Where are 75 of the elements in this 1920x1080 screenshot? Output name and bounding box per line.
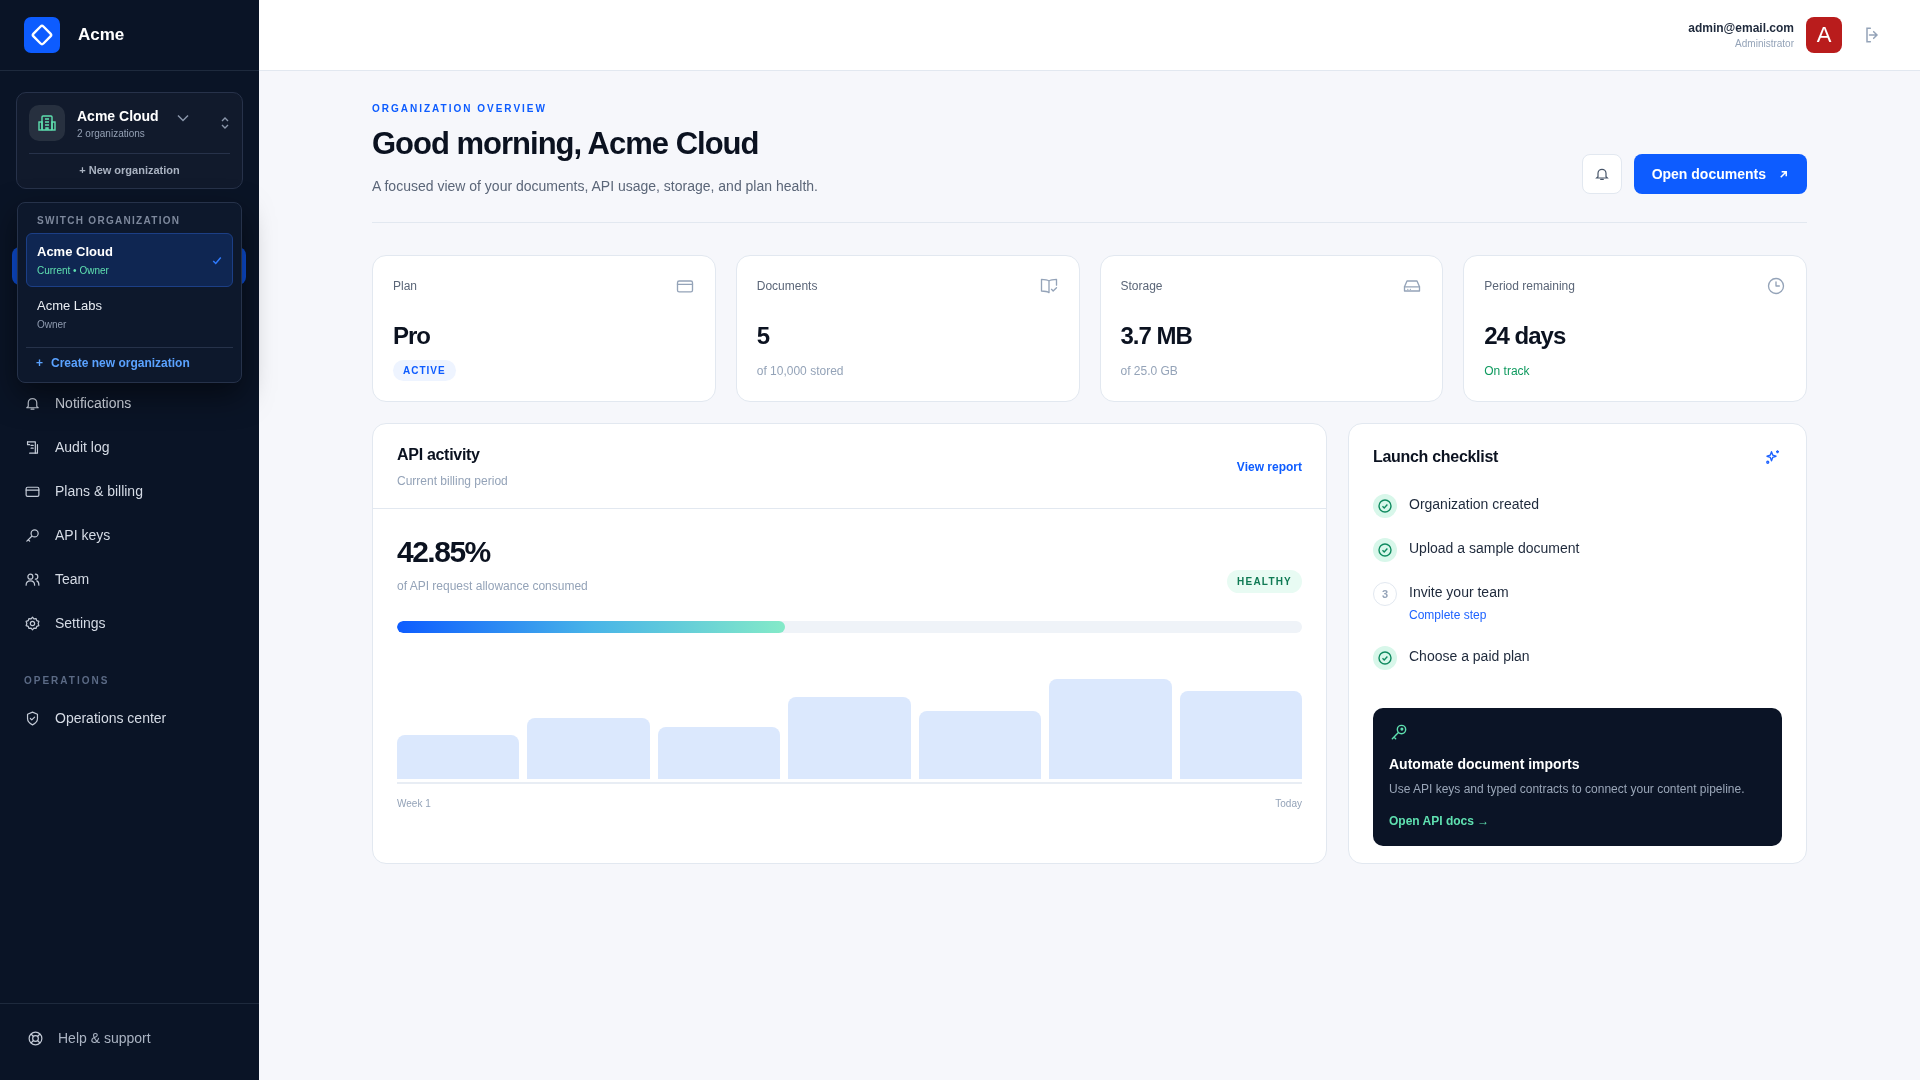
stat-value: 24 days — [1484, 322, 1566, 350]
checklist-item: Upload a sample document — [1409, 540, 1580, 556]
avatar[interactable]: A — [1806, 17, 1842, 53]
organization-option[interactable]: Acme Cloud Current • Owner — [26, 233, 233, 287]
organization-name: Acme Cloud — [37, 244, 113, 259]
stat-label: Period remaining — [1484, 279, 1575, 293]
shield-icon — [24, 709, 41, 727]
section-heading: OPERATIONS — [23, 675, 111, 686]
stat-note: On track — [1484, 364, 1530, 378]
menu-heading: SWITCH ORGANIZATION — [36, 215, 182, 226]
sort-icon — [220, 115, 230, 131]
usage-caption: of API request allowance consumed — [397, 579, 588, 593]
stat-note: of 25.0 GB — [1120, 364, 1178, 378]
stat-value: Pro — [393, 322, 430, 350]
scroll-icon — [24, 438, 41, 456]
building-icon — [29, 105, 65, 141]
page-title: Good morning, Acme Cloud — [372, 126, 760, 162]
logo-icon — [24, 17, 60, 53]
user-role: Administrator — [1735, 38, 1794, 49]
stat-label: Documents — [756, 279, 818, 293]
organization-role: Current • Owner — [37, 265, 110, 276]
nav-item[interactable]: Operations center — [12, 696, 247, 740]
key-icon — [1389, 722, 1409, 742]
complete-step-link[interactable]: Complete step — [1409, 608, 1509, 622]
nav-item[interactable]: Team — [12, 557, 247, 601]
open-documents-button[interactable]: Open documents — [1633, 154, 1807, 194]
promo-text: Use API keys and typed contracts to connect your content pipeline. — [1389, 782, 1745, 796]
user-email: admin@email.com — [1688, 21, 1794, 35]
new-organization-button[interactable]: + New organization — [71, 160, 188, 180]
organization-role: Owner — [37, 319, 68, 330]
nav-item[interactable]: Audit log — [12, 425, 247, 469]
nav-item[interactable]: Settings — [12, 601, 247, 645]
gear-icon — [24, 614, 41, 632]
checklist-item: Invite your team — [1409, 584, 1509, 600]
nav-item[interactable]: Plans & billing — [12, 469, 247, 513]
sparkles-icon — [1764, 448, 1782, 466]
nav-item[interactable]: API keys — [12, 513, 247, 557]
stat-note: of 10,000 stored — [756, 364, 844, 378]
org-name: Acme Cloud — [77, 107, 159, 124]
status-badge: ACTIVE — [393, 360, 456, 381]
panel-subtitle: Current billing period — [397, 474, 508, 488]
lifebuoy-icon — [27, 1029, 44, 1047]
create-organization-link[interactable]: + Create new organization — [26, 352, 233, 376]
axis-label: Week 1 — [397, 798, 431, 809]
org-switcher[interactable]: Acme Cloud 2 organizations + New organization — [16, 92, 243, 189]
organization-option[interactable]: Acme Labs Owner — [26, 287, 233, 341]
promo-title: Automate document imports — [1389, 756, 1580, 772]
org-count: 2 organizations — [77, 127, 146, 139]
book-icon — [1038, 276, 1059, 296]
status-badge: HEALTHY — [1227, 570, 1302, 593]
help-link[interactable]: Help & support — [15, 1016, 244, 1060]
nav-item[interactable]: Notifications — [12, 381, 247, 425]
stat-label: Storage — [1120, 279, 1163, 293]
bell-icon — [1593, 166, 1610, 182]
clock-icon — [1766, 276, 1786, 296]
stat-label: Plan — [393, 279, 418, 293]
eyebrow: ORGANIZATION OVERVIEW — [372, 103, 548, 114]
view-report-link[interactable]: View report — [1236, 460, 1302, 474]
arrow-up-right-icon — [1778, 168, 1789, 180]
page-subtitle: A focused view of your documents, API usage, storage, and plan health. — [372, 178, 818, 194]
stat-value: 5 — [756, 322, 770, 350]
checklist-item: Choose a paid plan — [1409, 648, 1530, 664]
stat-value: 3.7 MB — [1120, 322, 1192, 350]
panel-title: API activity — [397, 446, 481, 464]
chevron-down-icon — [176, 114, 189, 122]
panel-title: Launch checklist — [1373, 448, 1499, 466]
key-icon — [24, 526, 41, 544]
organization-name: Acme Labs — [37, 298, 103, 313]
axis-label: Today — [1275, 798, 1302, 809]
usage-percent: 42.85% — [397, 535, 492, 569]
brand-name: Acme — [78, 25, 125, 45]
checklist-item: Organization created — [1409, 496, 1539, 512]
check-icon — [212, 255, 222, 265]
notifications-button[interactable] — [1581, 154, 1622, 194]
api-docs-link[interactable]: Open API docs → — [1389, 814, 1490, 828]
